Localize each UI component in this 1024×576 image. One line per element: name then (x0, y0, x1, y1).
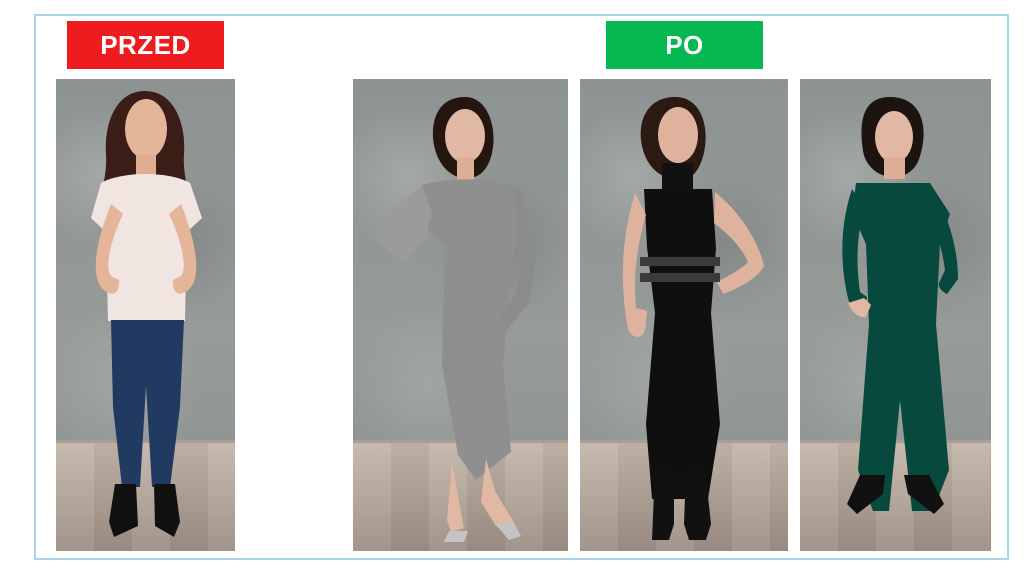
after-photo-2 (580, 79, 788, 551)
after-label: PO (606, 21, 763, 69)
woman-casual-outfit-image (91, 91, 202, 537)
before-label: PRZED (67, 21, 224, 69)
after-photo-3 (800, 79, 991, 551)
woman-black-dress-image (622, 97, 764, 540)
before-photo (56, 79, 235, 551)
woman-green-jumpsuit-image (842, 97, 958, 514)
woman-grey-dress-image (375, 97, 535, 542)
after-photo-1 (353, 79, 568, 551)
